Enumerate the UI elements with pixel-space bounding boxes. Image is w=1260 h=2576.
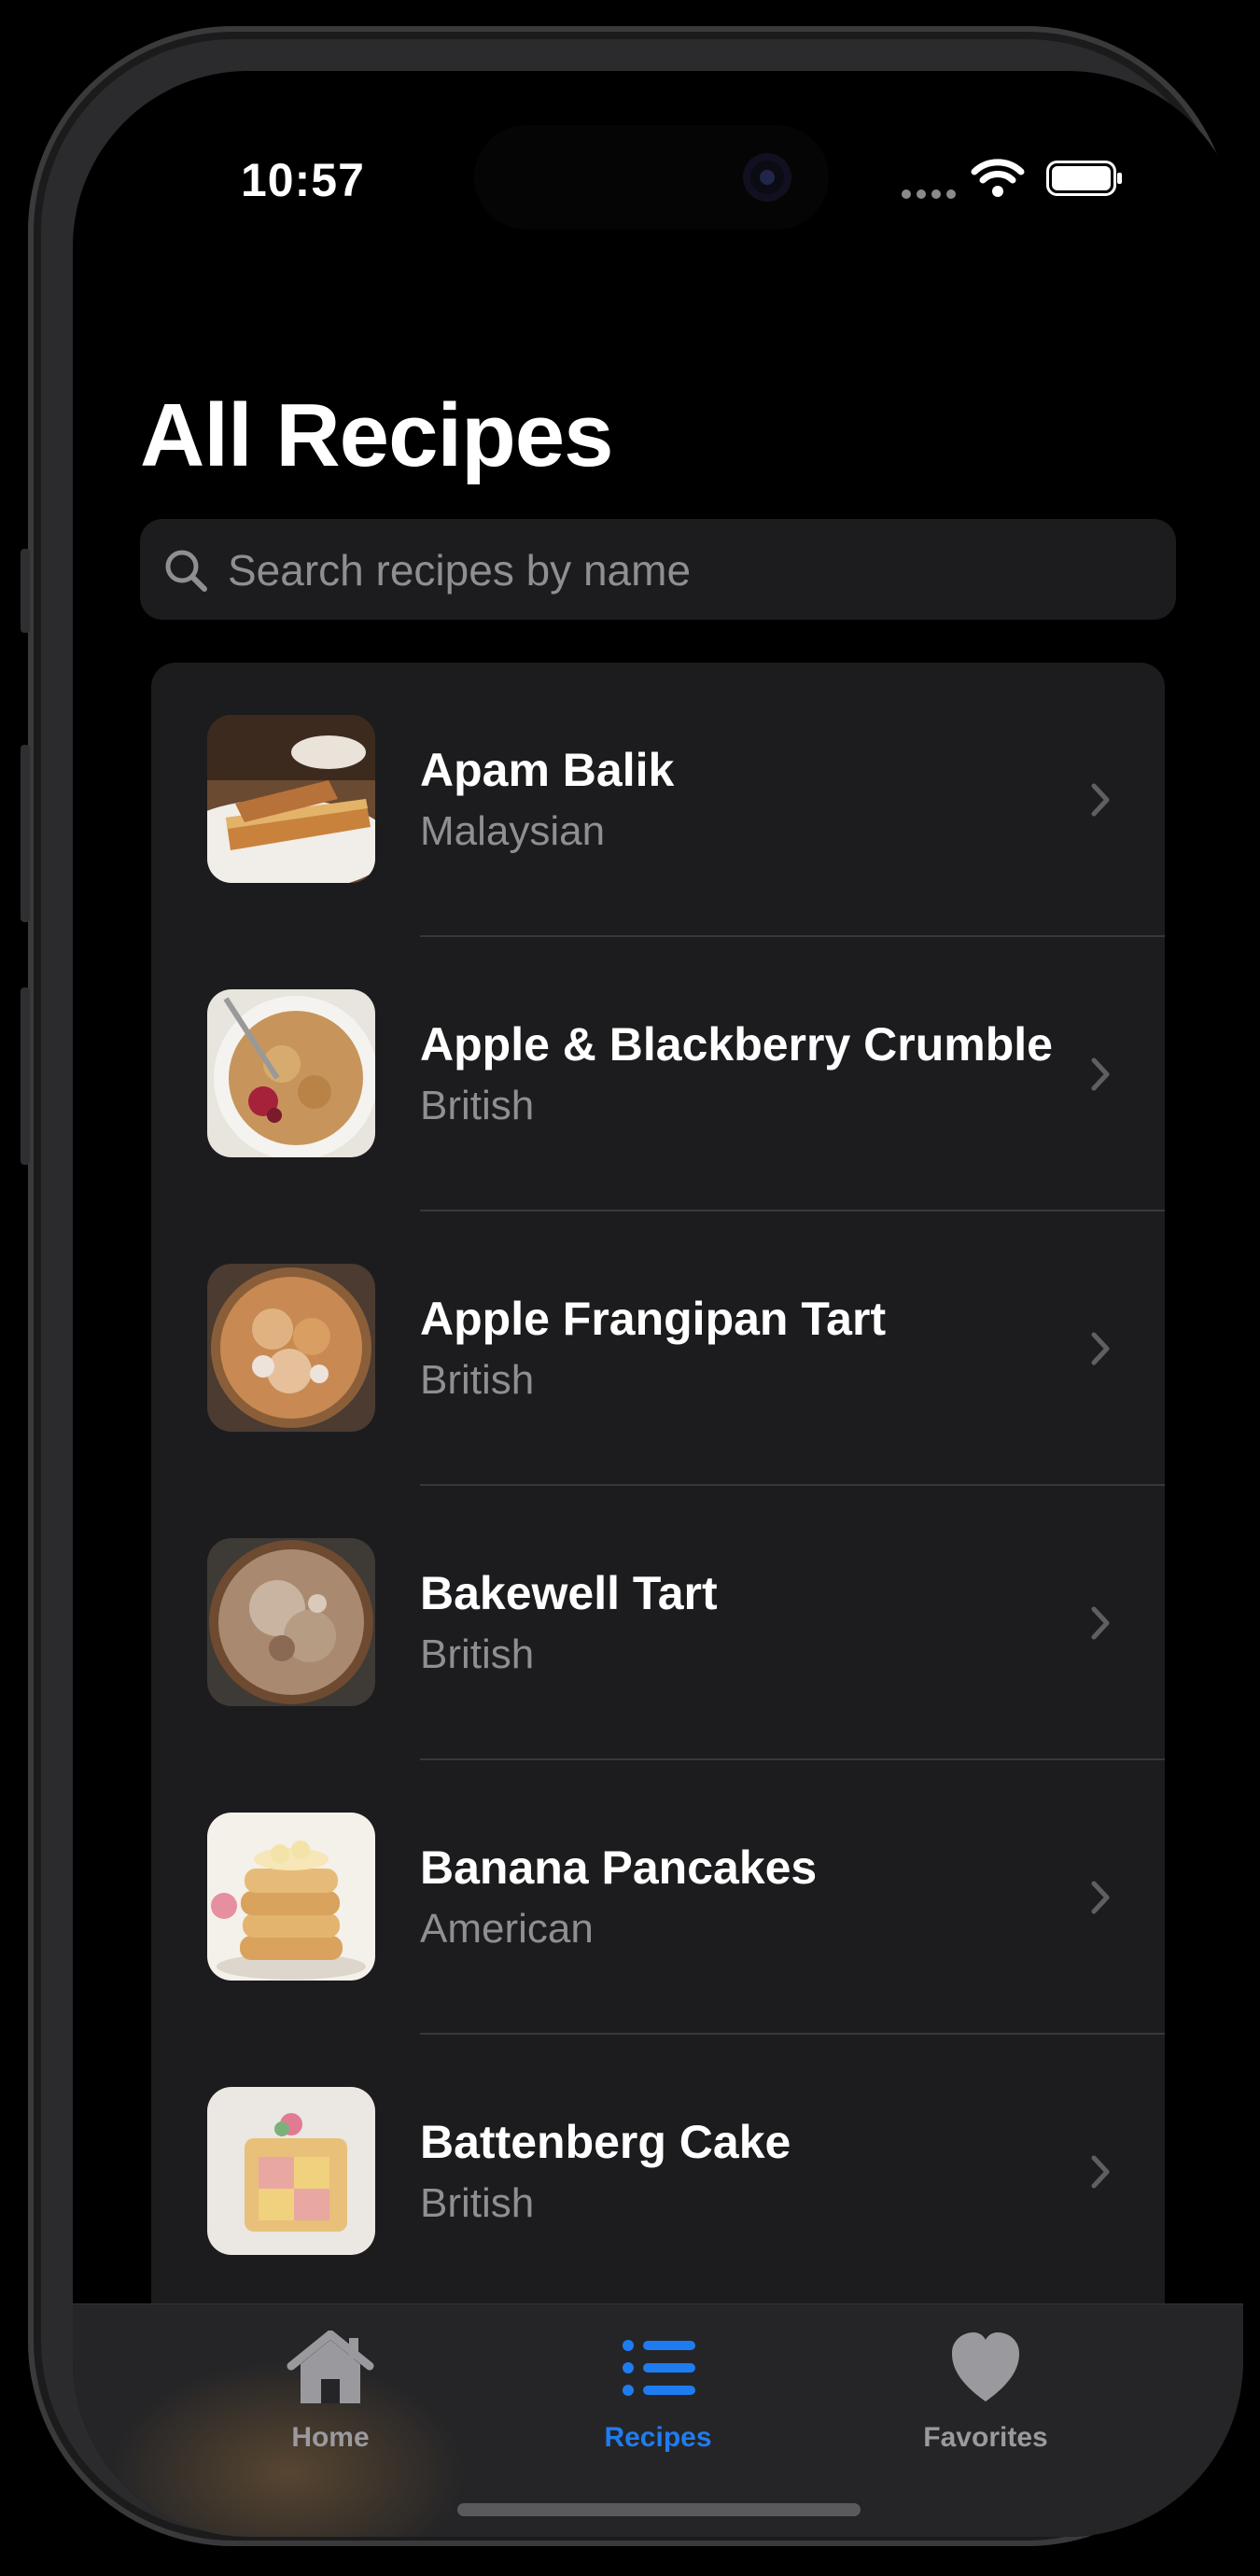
tab-home[interactable]: Home	[209, 2317, 452, 2467]
tab-recipes[interactable]: Recipes	[537, 2317, 779, 2467]
recipe-row[interactable]: Banana Pancakes American	[151, 1760, 1165, 2035]
search-bar[interactable]: Search recipes by name	[140, 519, 1176, 620]
battery-icon	[1046, 161, 1122, 196]
recipe-name: Apple Frangipan Tart	[420, 1293, 887, 1345]
recipe-cuisine: British	[420, 2180, 535, 2226]
home-indicator[interactable]	[457, 2503, 861, 2516]
recipe-name: Battenberg Cake	[420, 2116, 791, 2168]
chevron-right-icon	[1091, 1332, 1110, 1365]
chevron-right-icon	[1091, 783, 1110, 817]
volume-down-button	[21, 987, 30, 1165]
tab-favorites-label: Favorites	[923, 2422, 1048, 2453]
wifi-icon	[971, 159, 1025, 197]
recipe-row[interactable]: Battenberg Cake British	[151, 2035, 1165, 2309]
recipe-row[interactable]: Apple & Blackberry Crumble British	[151, 937, 1165, 1211]
recipe-row[interactable]: Apam Balik Malaysian	[151, 663, 1165, 937]
recipe-cuisine: Malaysian	[420, 808, 606, 854]
recipe-name: Banana Pancakes	[420, 1841, 818, 1894]
recipe-cuisine: British	[420, 1083, 535, 1128]
page-title: All Recipes	[140, 385, 614, 485]
chevron-right-icon	[1091, 2155, 1110, 2189]
search-icon	[165, 550, 207, 592]
recipe-row[interactable]: Apple Frangipan Tart British	[151, 1211, 1165, 1486]
chevron-right-icon	[1091, 1606, 1110, 1640]
cellular-signal-icon	[902, 187, 961, 203]
tab-favorites[interactable]: Favorites	[864, 2317, 1107, 2467]
recipe-thumbnail	[207, 1538, 375, 1706]
recipe-cuisine: British	[420, 1631, 535, 1677]
dynamic-island	[474, 125, 829, 230]
recipe-name: Bakewell Tart	[420, 1567, 718, 1619]
recipe-thumbnail	[207, 1813, 375, 1981]
recipe-row[interactable]: Bakewell Tart British	[151, 1486, 1165, 1760]
search-input[interactable]: Search recipes by name	[228, 545, 691, 595]
screen: 10:57 All Recipes Search recipes by name	[73, 71, 1243, 2537]
status-time: 10:57	[241, 154, 365, 206]
recipe-thumbnail	[207, 1264, 375, 1432]
recipe-thumbnail	[207, 989, 375, 1157]
recipe-name: Apam Balik	[420, 744, 675, 796]
list-icon	[623, 2340, 695, 2396]
volume-up-button	[21, 745, 30, 922]
recipe-cuisine: British	[420, 1357, 535, 1403]
phone-frame: 10:57 All Recipes Search recipes by name	[21, 26, 1243, 2546]
recipe-cuisine: American	[420, 1906, 594, 1952]
recipe-name: Apple & Blackberry Crumble	[420, 1018, 1053, 1071]
house-icon	[287, 2331, 374, 2403]
action-button	[21, 549, 30, 633]
recipe-thumbnail	[207, 715, 375, 883]
chevron-right-icon	[1091, 1881, 1110, 1914]
tab-bar: Home Recipes Favorites	[73, 2303, 1243, 2537]
tab-recipes-label: Recipes	[604, 2422, 712, 2453]
tab-home-label: Home	[291, 2422, 370, 2453]
recipe-thumbnail	[207, 2087, 375, 2255]
recipe-list: Apam Balik Malaysian Apple & Blackberry …	[151, 663, 1165, 2343]
front-camera-icon	[743, 153, 791, 202]
heart-icon	[952, 2332, 1019, 2401]
chevron-right-icon	[1091, 1057, 1110, 1091]
